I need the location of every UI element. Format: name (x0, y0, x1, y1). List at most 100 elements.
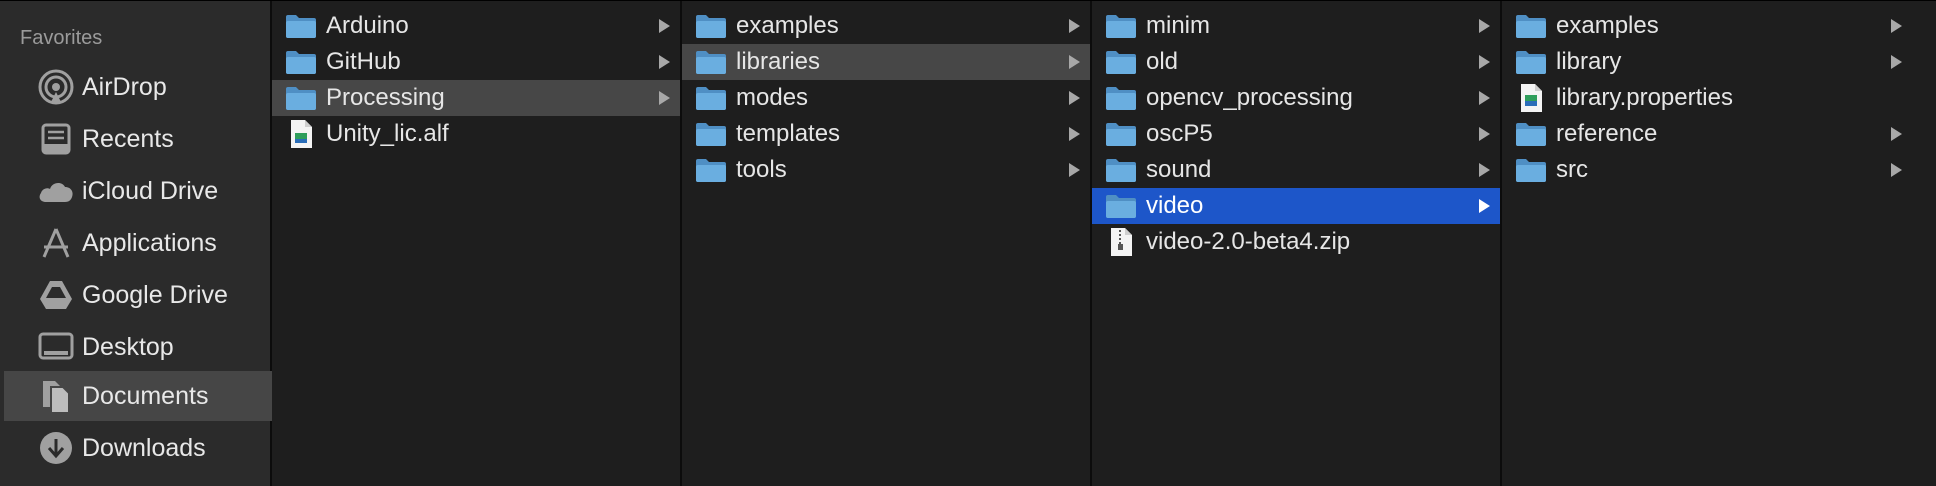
sidebar-item-airdrop[interactable]: AirDrop (4, 63, 272, 111)
list-item[interactable]: examples (682, 8, 1090, 44)
chevron-right-icon (1069, 19, 1080, 33)
chevron-right-icon (1891, 163, 1902, 177)
chevron-right-icon (659, 91, 670, 105)
folder-icon (1514, 11, 1548, 41)
sidebar: Favorites AirDrop Recents iCloud Drive A… (0, 1, 272, 486)
google-drive-icon (34, 273, 78, 317)
browser-column-1: Arduino GitHub Processing Unity_lic.alf (272, 1, 682, 486)
list-item[interactable]: video (1092, 188, 1500, 224)
chevron-right-icon (659, 55, 670, 69)
folder-icon (284, 11, 318, 41)
folder-icon (1514, 47, 1548, 77)
cloud-icon (34, 169, 78, 213)
list-item-label: oscP5 (1146, 120, 1213, 147)
folder-icon (1514, 119, 1548, 149)
sidebar-item-label: Google Drive (82, 280, 228, 309)
document-file-icon (1514, 83, 1548, 113)
sidebar-item-label: Documents (82, 381, 209, 410)
list-item[interactable]: oscP5 (1092, 116, 1500, 152)
list-item[interactable]: examples (1502, 8, 1912, 44)
chevron-right-icon (1479, 55, 1490, 69)
list-item-label: Unity_lic.alf (326, 120, 449, 147)
list-item-label: modes (736, 84, 809, 111)
chevron-right-icon (1479, 127, 1490, 141)
list-item[interactable]: opencv_processing (1092, 80, 1500, 116)
chevron-right-icon (1891, 19, 1902, 33)
list-item[interactable]: Processing (272, 80, 680, 116)
list-item[interactable]: libraries (682, 44, 1090, 80)
chevron-right-icon (1479, 19, 1490, 33)
chevron-right-icon (1891, 55, 1902, 69)
folder-icon (1514, 155, 1548, 185)
sidebar-item-icloud-drive[interactable]: iCloud Drive (4, 167, 272, 215)
sidebar-item-desktop[interactable]: Desktop (4, 323, 272, 371)
list-item-label: old (1146, 48, 1179, 75)
chevron-right-icon (1069, 91, 1080, 105)
list-item-label: reference (1556, 120, 1658, 147)
sidebar-item-label: Applications (82, 228, 217, 257)
sidebar-item-label: Recents (82, 124, 174, 153)
list-item[interactable]: old (1092, 44, 1500, 80)
list-item[interactable]: tools (682, 152, 1090, 188)
sidebar-item-google-drive[interactable]: Google Drive (4, 271, 272, 319)
list-item[interactable]: reference (1502, 116, 1912, 152)
list-item[interactable]: library.properties (1502, 80, 1912, 116)
list-item-label: libraries (736, 48, 821, 75)
downloads-icon (34, 426, 78, 470)
applications-icon (34, 221, 78, 265)
list-item-label: templates (736, 120, 841, 147)
list-item-label: library (1556, 48, 1622, 75)
list-item-label: GitHub (326, 48, 401, 75)
folder-icon (1104, 119, 1138, 149)
documents-icon (34, 374, 78, 418)
folder-icon (694, 11, 728, 41)
list-item-label: Arduino (326, 12, 409, 39)
chevron-right-icon (1479, 199, 1490, 213)
chevron-right-icon (1069, 127, 1080, 141)
browser-column-2: examples libraries modes templates tools (682, 1, 1092, 486)
folder-icon (694, 119, 728, 149)
folder-icon (284, 83, 318, 113)
list-item-label: minim (1146, 12, 1210, 39)
list-item[interactable]: src (1502, 152, 1912, 188)
folder-icon (1104, 155, 1138, 185)
list-item-label: opencv_processing (1146, 84, 1353, 111)
sidebar-item-recents[interactable]: Recents (4, 115, 272, 163)
folder-icon (694, 83, 728, 113)
chevron-right-icon (1479, 91, 1490, 105)
list-item-label: examples (1556, 12, 1659, 39)
sidebar-item-applications[interactable]: Applications (4, 219, 272, 267)
browser-column-4: examples library library.properties refe… (1502, 1, 1912, 486)
sidebar-item-label: Downloads (82, 433, 206, 462)
list-item-label: video (1146, 192, 1204, 219)
list-item-label: src (1556, 156, 1588, 183)
folder-icon (1104, 191, 1138, 221)
sidebar-item-downloads[interactable]: Downloads (4, 424, 272, 472)
list-item[interactable]: Arduino (272, 8, 680, 44)
airdrop-icon (34, 65, 78, 109)
sidebar-item-documents[interactable]: Documents (4, 371, 272, 421)
folder-icon (1104, 83, 1138, 113)
folder-icon (1104, 47, 1138, 77)
browser-column-3: minim old opencv_processing oscP5 sound … (1092, 1, 1502, 486)
list-item[interactable]: GitHub (272, 44, 680, 80)
list-item-label: library.properties (1556, 84, 1733, 111)
list-item[interactable]: library (1502, 44, 1912, 80)
list-item[interactable]: Unity_lic.alf (272, 116, 680, 152)
sidebar-item-label: Desktop (82, 332, 174, 361)
list-item[interactable]: modes (682, 80, 1090, 116)
list-item[interactable]: video-2.0-beta4.zip (1092, 224, 1500, 260)
chevron-right-icon (659, 19, 670, 33)
desktop-icon (34, 325, 78, 369)
document-file-icon (284, 119, 318, 149)
zip-file-icon (1104, 227, 1138, 257)
recents-icon (34, 117, 78, 161)
list-item[interactable]: templates (682, 116, 1090, 152)
list-item[interactable]: minim (1092, 8, 1500, 44)
list-item-label: video-2.0-beta4.zip (1146, 228, 1351, 255)
chevron-right-icon (1069, 163, 1080, 177)
sidebar-section-title: Favorites (20, 27, 103, 49)
list-item[interactable]: sound (1092, 152, 1500, 188)
sidebar-item-label: AirDrop (82, 72, 167, 101)
chevron-right-icon (1069, 55, 1080, 69)
